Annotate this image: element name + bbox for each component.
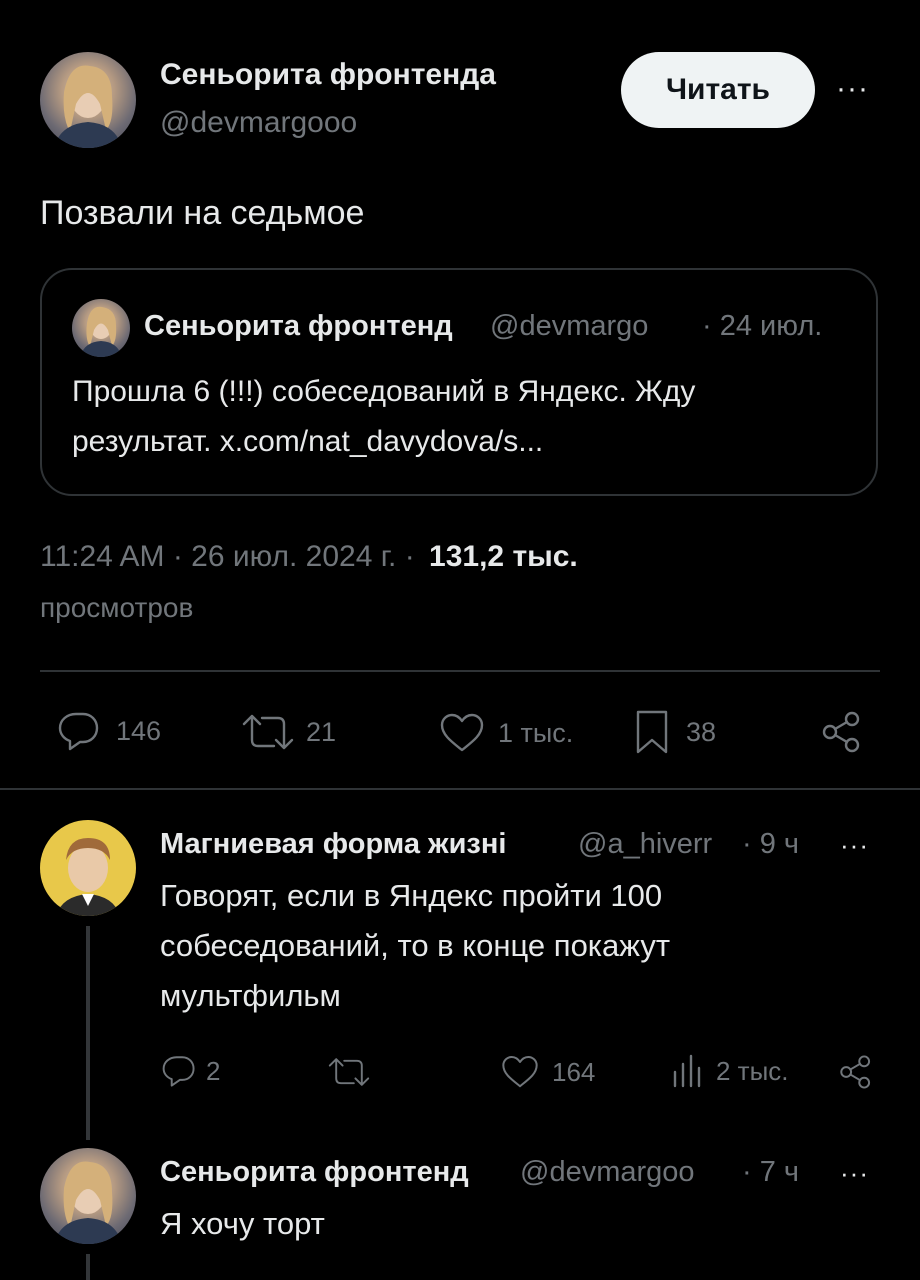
views-count: 2 тыс. bbox=[716, 1055, 789, 1086]
repost-button[interactable] bbox=[326, 1056, 372, 1088]
repost-icon bbox=[242, 714, 294, 750]
views-count: 131,2 тыс. bbox=[429, 540, 578, 573]
avatar-image bbox=[56, 838, 120, 916]
quote-date: · 24 июл. bbox=[702, 310, 823, 342]
quote-author-avatar bbox=[72, 299, 130, 357]
avatar-image bbox=[54, 65, 122, 148]
like-count: 1 тыс. bbox=[498, 717, 574, 748]
reply-author-name[interactable]: Магниевая форма жизні bbox=[160, 828, 570, 861]
views-label: просмотров bbox=[40, 592, 194, 623]
avatar-image bbox=[54, 1161, 122, 1244]
reply-count: 2 bbox=[206, 1055, 221, 1086]
reply-button[interactable]: 2 bbox=[160, 1054, 220, 1088]
share-button[interactable] bbox=[838, 1054, 874, 1090]
more-icon[interactable]: ··· bbox=[840, 832, 869, 858]
quote-text-line2: результат. x.com/nat_davydova/s... bbox=[72, 425, 544, 458]
quote-author-name: Сеньорита фронтенд bbox=[144, 310, 453, 342]
repost-count: 21 bbox=[306, 716, 337, 747]
share-icon bbox=[822, 711, 860, 753]
reply-text-line3: мультфильм bbox=[160, 978, 341, 1013]
divider bbox=[40, 670, 880, 672]
reply-author-name[interactable]: Сеньорита фронтенд bbox=[160, 1156, 512, 1189]
views-button[interactable]: 2 тыс. bbox=[670, 1054, 789, 1088]
quote-text-line1: Прошла 6 (!!!) собеседований в Яндекс. Ж… bbox=[72, 375, 696, 408]
reply-button[interactable]: 146 bbox=[56, 710, 161, 752]
reply-author-avatar[interactable] bbox=[40, 820, 136, 916]
reply-author-handle[interactable]: @devmargoo bbox=[520, 1156, 736, 1189]
share-button[interactable] bbox=[820, 710, 864, 754]
divider bbox=[0, 788, 920, 790]
bookmark-button[interactable]: 38 bbox=[634, 708, 716, 756]
like-button[interactable]: 164 bbox=[500, 1054, 595, 1090]
repost-button[interactable]: 21 bbox=[240, 712, 336, 752]
author-avatar[interactable] bbox=[40, 52, 136, 148]
reply-author-avatar[interactable] bbox=[40, 1148, 136, 1244]
reply-text-line1: Говорят, если в Яндекс пройти 100 bbox=[160, 878, 663, 913]
views-icon bbox=[673, 1054, 701, 1088]
more-icon[interactable]: ··· bbox=[836, 74, 869, 104]
author-handle[interactable]: @devmargooo bbox=[160, 106, 357, 140]
quote-author-handle: @devmargo bbox=[490, 310, 649, 342]
reply-text-line1: Я хочу торт bbox=[160, 1206, 325, 1241]
reply-icon bbox=[58, 712, 99, 751]
reply-time: · 7 ч bbox=[742, 1156, 800, 1188]
post-timestamp[interactable]: 11:24 AM · 26 июл. 2024 г. · bbox=[40, 540, 415, 573]
like-button[interactable]: 1 тыс. bbox=[438, 712, 573, 754]
thread-line bbox=[86, 1254, 90, 1280]
repost-icon bbox=[328, 1058, 370, 1086]
reply-author-handle[interactable]: @a_hiverr bbox=[578, 828, 736, 861]
like-icon bbox=[440, 713, 484, 752]
more-icon[interactable]: ··· bbox=[840, 1160, 869, 1186]
thread-line bbox=[86, 926, 90, 1140]
bookmark-count: 38 bbox=[686, 716, 717, 747]
follow-button[interactable]: Читать bbox=[621, 52, 815, 128]
reply-icon bbox=[162, 1056, 195, 1087]
like-icon bbox=[502, 1056, 538, 1088]
reply-count: 146 bbox=[116, 715, 162, 746]
share-icon bbox=[840, 1055, 871, 1089]
post-text: Позвали на седьмое bbox=[40, 194, 365, 232]
like-count: 164 bbox=[552, 1056, 596, 1087]
author-name[interactable]: Сеньорита фронтенда bbox=[160, 58, 496, 92]
reply-time: · 9 ч bbox=[742, 828, 800, 860]
bookmark-icon bbox=[636, 710, 668, 754]
reply-text-line2: собеседований, то в конце покажут bbox=[160, 928, 671, 963]
